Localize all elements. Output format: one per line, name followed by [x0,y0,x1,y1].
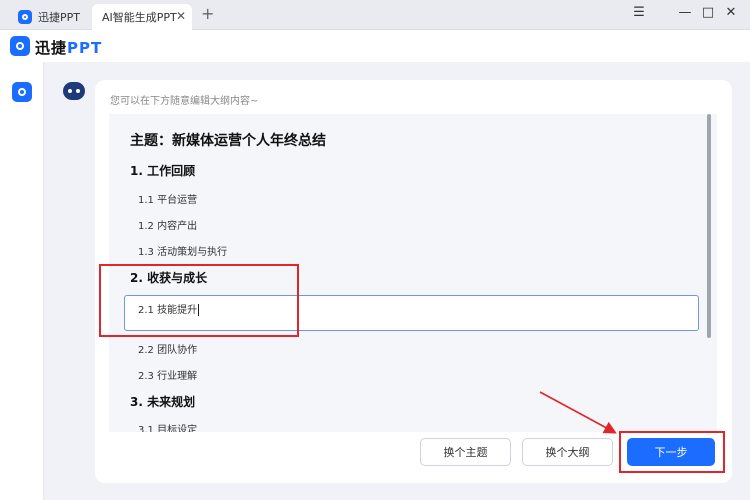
annotation-arrow-icon [539,391,617,434]
